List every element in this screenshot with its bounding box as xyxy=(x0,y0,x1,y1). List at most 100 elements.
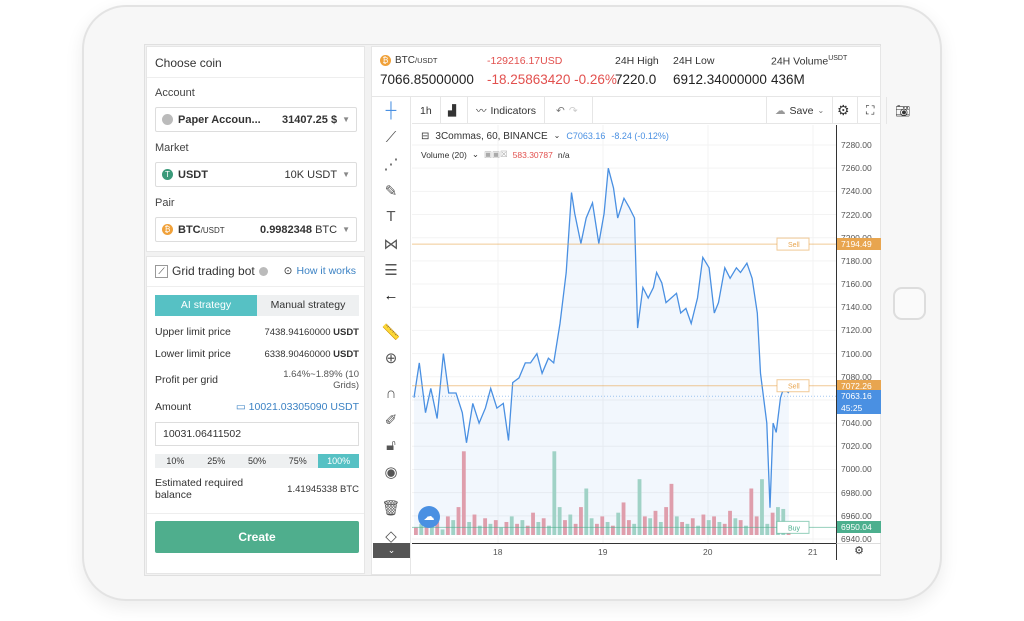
account-balance: 31407.25 $ xyxy=(282,113,338,126)
y-tick-label: 6980.00 xyxy=(841,487,872,498)
y-tick-label: 6960.00 xyxy=(841,510,872,521)
price-axis[interactable]: 7280.007260.007240.007220.007200.007180.… xyxy=(836,125,881,544)
collapse-icon[interactable]: ⊟ xyxy=(421,131,429,142)
drawing-toolbar: ┼ ⟋ ⋰ ✎ T ⋈ ☰ ← 📏 ⊕ ∩ ✐ 🔓︎ ◉ 🗑︎ ◇ ⌄ xyxy=(372,97,411,575)
save-label: Save xyxy=(789,104,814,117)
order-price-tag: 6950.04 xyxy=(837,521,881,534)
indicators-button[interactable]: 〰 Indicators xyxy=(468,97,546,124)
upper-limit-unit: USDT xyxy=(333,326,359,338)
home-button[interactable] xyxy=(893,287,926,320)
lower-limit-value: 6338.90460000 xyxy=(264,348,331,360)
chart-type-icon[interactable]: ▟ xyxy=(440,97,468,124)
trend-line-icon[interactable]: ⟋ xyxy=(372,129,410,146)
lock-drawing-icon[interactable]: ✐ xyxy=(372,411,410,429)
camera-icon[interactable]: 📷︎ xyxy=(887,97,916,124)
market-label: Market xyxy=(155,142,189,154)
price-chart[interactable]: Sell Sell Buy xyxy=(412,125,837,543)
amount-value[interactable]: 10021.03305090 USDT xyxy=(249,401,359,413)
interval-button[interactable]: 1h xyxy=(412,97,441,124)
percent-50[interactable]: 50% xyxy=(237,454,278,468)
arrow-left-icon[interactable]: ← xyxy=(372,287,410,304)
choose-coin-panel: Choose coin Account Paper Accoun... 3140… xyxy=(146,46,365,252)
percent-25[interactable]: 25% xyxy=(196,454,237,468)
chevron-down-icon: ▼ xyxy=(342,225,350,234)
percent-100[interactable]: 100% xyxy=(318,454,359,468)
ruler-icon[interactable]: 📏 xyxy=(372,323,410,341)
header-pair-quote: /USDT xyxy=(415,56,438,65)
percent-10[interactable]: 10% xyxy=(155,454,196,468)
cloud-icon: ☁ xyxy=(775,104,786,117)
play-icon: ⊙ xyxy=(283,265,293,277)
magnet-icon[interactable]: ∩ xyxy=(372,385,410,402)
x-tick-label: 18 xyxy=(493,547,503,557)
change-usd: -129216.17USD xyxy=(487,55,563,67)
legend-change: -8.24 (-0.12%) xyxy=(611,131,669,141)
pair-base: BTC xyxy=(178,223,201,236)
fullscreen-icon[interactable]: ⛶ xyxy=(858,97,887,124)
y-tick-label: 7020.00 xyxy=(841,441,872,452)
chevron-down-icon: ▼ xyxy=(342,115,350,124)
estimated-label: Estimated required balance xyxy=(155,477,244,501)
create-button[interactable]: Create xyxy=(155,521,359,553)
text-icon[interactable]: T xyxy=(372,208,410,225)
undo-redo[interactable]: ↶ ↷ xyxy=(548,97,593,124)
trash-icon[interactable]: 🗑︎ xyxy=(372,499,410,517)
estimated-row: Estimated required balance 1.41945338 BTC xyxy=(155,477,359,501)
tradingview-logo-icon[interactable]: ☁ xyxy=(418,506,440,528)
grid-bot-panel: ⟋ Grid trading bot ⊙ How it works AI stra… xyxy=(146,256,365,574)
tab-manual-strategy[interactable]: Manual strategy xyxy=(257,295,359,316)
zoom-in-icon[interactable]: ⊕ xyxy=(372,349,410,367)
volume-label-text: 24H Volume xyxy=(771,55,829,68)
how-it-works-link[interactable]: ⊙ How it works xyxy=(284,265,356,277)
volume-unit: USDT xyxy=(828,55,848,62)
high-label: 24H High xyxy=(615,55,659,67)
y-tick-label: 7100.00 xyxy=(841,348,872,359)
change-value: -18.25863420 -0.26% xyxy=(487,72,617,87)
x-tick-label: 19 xyxy=(598,547,608,557)
amount-input[interactable]: 10031.06411502 xyxy=(155,422,359,446)
chart-settings-icon[interactable]: ⚙ xyxy=(836,543,881,560)
brush-icon[interactable]: ✎ xyxy=(372,182,410,200)
crosshair-icon[interactable]: ┼ xyxy=(372,102,410,119)
lower-limit-row: Lower limit price 6338.90460000 USDT xyxy=(155,348,359,360)
countdown-tag: 45:25 xyxy=(841,403,863,414)
volume-study-na: n/a xyxy=(557,149,570,160)
time-axis[interactable]: 18 19 20 21 xyxy=(412,543,837,560)
wallet-icon: ▭ xyxy=(235,401,246,413)
pair-select[interactable]: ₿ BTC/USDT 0.9982348 BTC ▼ xyxy=(155,217,357,242)
market-value: USDT xyxy=(178,168,208,181)
chart-icon: ⟋ xyxy=(155,264,168,278)
prediction-icon[interactable]: ☰ xyxy=(372,261,410,279)
account-select[interactable]: Paper Accoun... 31407.25 $ ▼ xyxy=(155,107,357,132)
account-icon xyxy=(162,114,173,125)
y-tick-label: 7240.00 xyxy=(841,186,872,197)
symbol-title[interactable]: 3Commas, 60, BINANCE xyxy=(435,131,547,142)
order-label: Sell xyxy=(788,242,800,249)
study-settings-icons[interactable]: ▣▣☒ xyxy=(484,149,508,160)
y-tick-label: 7000.00 xyxy=(841,464,872,475)
redo-icon[interactable]: ↷ xyxy=(569,105,578,117)
indicators-label: Indicators xyxy=(490,104,537,117)
market-select[interactable]: T USDT 10K USDT ▼ xyxy=(155,162,357,187)
x-tick-label: 20 xyxy=(703,547,713,557)
volume-value: 436M xyxy=(771,72,805,87)
pair-quote: /USDT xyxy=(200,225,225,235)
tether-icon: T xyxy=(162,169,173,180)
profit-label: Profit per grid xyxy=(155,374,219,386)
undo-icon[interactable]: ↶ xyxy=(556,105,565,117)
low-label: 24H Low xyxy=(673,55,715,67)
settings-icon[interactable]: ⚙ xyxy=(829,97,858,124)
save-button[interactable]: ☁ Save ⌄ xyxy=(766,97,834,124)
unlock-icon[interactable]: 🔓︎ xyxy=(372,437,410,454)
tab-ai-strategy[interactable]: AI strategy xyxy=(155,295,257,316)
eye-icon[interactable]: ◉ xyxy=(372,463,410,481)
order-label: Sell xyxy=(788,384,800,391)
fib-icon[interactable]: ⋰ xyxy=(372,155,410,173)
pattern-icon[interactable]: ⋈ xyxy=(372,235,410,253)
low-value: 6912.34000000 xyxy=(673,72,767,87)
current-price: 7066.85000000 xyxy=(380,72,474,87)
collapse-toolbar-button[interactable]: ⌄ xyxy=(373,543,410,558)
percent-75[interactable]: 75% xyxy=(277,454,318,468)
info-icon[interactable] xyxy=(258,266,268,276)
strategy-tabs: AI strategy Manual strategy xyxy=(155,295,359,316)
